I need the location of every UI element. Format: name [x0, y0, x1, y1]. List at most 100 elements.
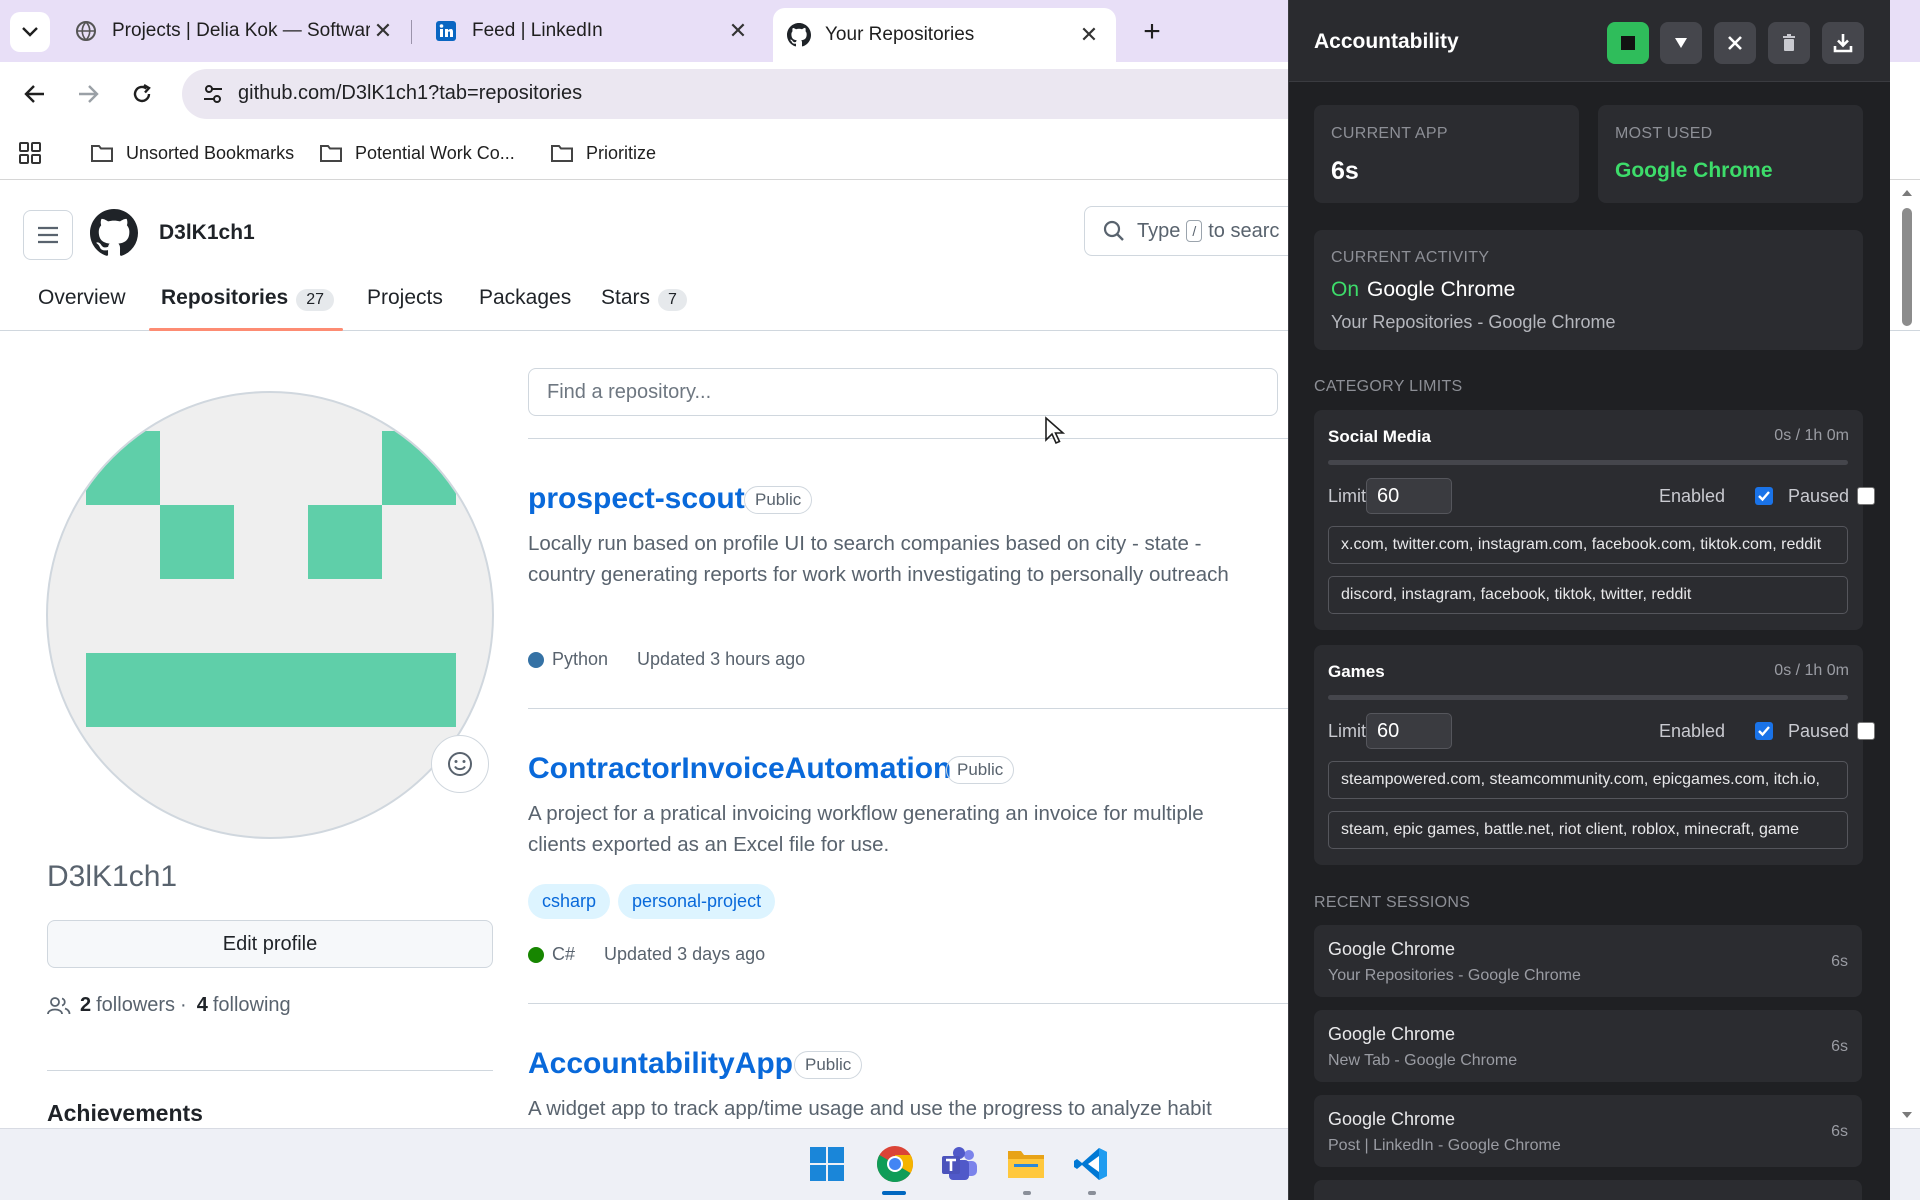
session-item[interactable]: Google Chrome Post | LinkedIn - Google C… — [1314, 1095, 1862, 1167]
avatar[interactable] — [46, 391, 494, 839]
clear-data-button[interactable] — [1768, 22, 1810, 64]
repo-name-link[interactable]: AccountabilityApp — [528, 1047, 793, 1081]
menu-button[interactable] — [23, 210, 73, 260]
enabled-checkbox[interactable] — [1755, 722, 1773, 740]
address-bar[interactable]: github.com/D3lK1ch1?tab=repositories — [182, 69, 1482, 119]
close-icon[interactable]: ✕ — [725, 18, 751, 44]
scroll-up-arrow-icon[interactable] — [1900, 186, 1914, 200]
start-button[interactable] — [804, 1141, 850, 1187]
repo-updated: Updated 3 hours ago — [637, 649, 806, 669]
paused-label: Paused — [1788, 486, 1850, 506]
reload-button[interactable] — [122, 74, 162, 114]
header-username[interactable]: D3lK1ch1 — [159, 221, 255, 245]
domains-input[interactable]: x.com, twitter.com, instagram.com, faceb… — [1328, 526, 1848, 564]
tune-icon — [204, 85, 222, 103]
language-color-dot — [528, 651, 544, 668]
tab-search-button[interactable] — [10, 12, 50, 52]
tab-packages[interactable]: Packages — [479, 276, 571, 331]
repo-description: Locally run based on profile UI to searc… — [528, 532, 1229, 586]
activity-line: On Google Chrome — [1331, 278, 1515, 302]
close-widget-button[interactable] — [1714, 22, 1756, 64]
enabled-label: Enabled — [1659, 486, 1726, 506]
most-used-card: MOST USED Google Chrome — [1598, 105, 1863, 203]
section-label: CATEGORY LIMITS — [1314, 378, 1463, 395]
close-icon[interactable]: ✕ — [1076, 22, 1102, 48]
close-icon[interactable]: ✕ — [370, 18, 396, 44]
folder-icon — [91, 145, 113, 162]
limit-minutes-input[interactable]: 60 — [1366, 478, 1452, 514]
url-text: github.com/D3lK1ch1?tab=repositories — [238, 82, 583, 104]
download-icon — [1833, 34, 1853, 53]
export-button[interactable] — [1822, 22, 1864, 64]
bookmark-label: Prioritize — [586, 142, 657, 163]
arrow-right-icon — [79, 85, 99, 103]
topic-tag[interactable]: csharp — [528, 884, 611, 919]
stop-tracking-button[interactable] — [1607, 22, 1649, 64]
tab-github-repositories[interactable]: Your Repositories ✕ — [773, 8, 1116, 62]
repo-name-link[interactable]: prospect-scout — [528, 482, 745, 516]
edit-profile-button[interactable]: Edit profile — [47, 920, 493, 968]
repo-updated: Updated 3 days ago — [604, 944, 766, 964]
paused-checkbox[interactable] — [1857, 722, 1875, 740]
tab-linkedin[interactable]: Feed | LinkedIn ✕ — [420, 10, 765, 52]
following-link[interactable]: following — [213, 994, 291, 1017]
github-icon — [787, 23, 811, 47]
apps-input[interactable]: discord, instagram, facebook, tiktok, tw… — [1328, 576, 1848, 614]
teams-taskbar-button[interactable] — [936, 1141, 982, 1187]
new-tab-button[interactable]: + — [1132, 12, 1172, 52]
tab-title: Projects | Delia Kok — Software — [112, 20, 370, 41]
tab-portfolio[interactable]: Projects | Delia Kok — Software ✕ — [60, 10, 410, 52]
apps-input[interactable]: steam, epic games, battle.net, riot clie… — [1328, 811, 1848, 849]
apps-button[interactable] — [18, 138, 54, 168]
session-item[interactable]: Google Chrome New Tab - Google Chrome 6s — [1314, 1010, 1862, 1082]
session-item[interactable] — [1314, 1180, 1862, 1200]
tab-title: Your Repositories — [825, 24, 975, 45]
session-app: Google Chrome — [1328, 1109, 1456, 1129]
bookmark-folder[interactable]: Prioritize — [550, 138, 656, 168]
people-icon — [47, 996, 71, 1014]
tab-projects[interactable]: Projects — [367, 276, 443, 331]
forward-button[interactable] — [68, 74, 108, 114]
widget-title: Accountability — [1314, 30, 1459, 53]
site-settings-button[interactable] — [194, 75, 232, 113]
card-label: CURRENT APP — [1331, 125, 1448, 142]
search-placeholder-prefix: Type — [1137, 219, 1181, 242]
enabled-checkbox[interactable] — [1755, 487, 1773, 505]
find-repository-input[interactable]: Find a repository... — [528, 368, 1278, 416]
topic-tag[interactable]: personal-project — [618, 884, 776, 919]
folder-icon — [551, 145, 573, 162]
back-button[interactable] — [15, 74, 55, 114]
vscode-icon — [1074, 1148, 1107, 1180]
tab-label: Overview — [38, 286, 126, 309]
repo-language: C# — [552, 944, 576, 964]
triangle-down-icon — [1675, 38, 1687, 48]
followers-count[interactable]: 2 — [80, 994, 91, 1017]
collapse-button[interactable] — [1660, 22, 1702, 64]
limit-minutes-input[interactable]: 60 — [1366, 713, 1452, 749]
tab-stars[interactable]: Stars 7 — [601, 276, 687, 331]
vscode-taskbar-button[interactable] — [1068, 1141, 1114, 1187]
chrome-taskbar-button[interactable] — [872, 1141, 918, 1187]
following-count[interactable]: 4 — [197, 994, 208, 1017]
set-status-button[interactable] — [431, 735, 489, 793]
paused-checkbox[interactable] — [1857, 487, 1875, 505]
scroll-down-arrow-icon[interactable] — [1900, 1108, 1914, 1122]
followers-link[interactable]: followers — [96, 994, 175, 1017]
domains-input[interactable]: steampowered.com, steamcommunity.com, ep… — [1328, 761, 1848, 799]
tab-label: Repositories — [161, 286, 289, 309]
file-explorer-taskbar-button[interactable] — [1003, 1141, 1049, 1187]
page-scrollbar[interactable] — [1900, 186, 1914, 1122]
bookmark-folder[interactable]: Unsorted Bookmarks — [90, 138, 294, 168]
most-used-app: Google Chrome — [1615, 159, 1773, 182]
tab-label: Packages — [479, 286, 572, 309]
tab-repositories[interactable]: Repositories 27 — [161, 276, 334, 331]
tab-overview[interactable]: Overview — [38, 276, 126, 331]
session-item[interactable]: Google Chrome Your Repositories - Google… — [1314, 925, 1862, 997]
scrollbar-thumb[interactable] — [1902, 208, 1912, 326]
repo-description: A project for a pratical invoicing workf… — [528, 802, 1204, 856]
repo-name-link[interactable]: ContractorInvoiceAutomation — [528, 752, 951, 786]
github-logo-icon[interactable] — [90, 209, 138, 257]
folder-icon — [1008, 1151, 1044, 1178]
arrow-left-icon — [24, 85, 44, 103]
bookmark-folder[interactable]: Potential Work Co... — [319, 138, 515, 168]
